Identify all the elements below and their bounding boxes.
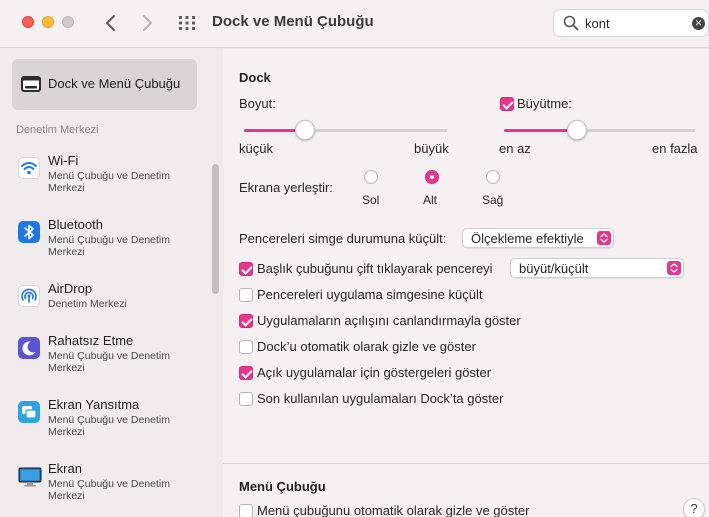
dock-menubar-icon (21, 76, 41, 92)
zoom-window-button[interactable] (62, 16, 74, 28)
sidebar-item-name: Bluetooth (48, 217, 103, 232)
main-pane: Dock Boyut: küçük büyük Büyütme: en az e… (223, 49, 709, 517)
search-field[interactable]: ✕ (553, 9, 709, 37)
clear-search-icon[interactable]: ✕ (692, 17, 705, 30)
moon-icon (18, 337, 40, 359)
sidebar-item-bluetooth[interactable]: Bluetooth Menü Çubuğu ve Denetim Merkezi (16, 211, 206, 267)
wifi-icon (18, 157, 40, 179)
show-all-button[interactable] (178, 15, 196, 31)
menubar-heading: Menü Çubuğu (239, 479, 326, 494)
position-label: Ekrana yerleştir: (239, 180, 333, 195)
sidebar-item-do-not-disturb[interactable]: Rahatsız Etme Menü Çubuğu ve Denetim Mer… (16, 327, 206, 383)
title-bar: Dock ve Menü Çubuğu ✕ (0, 0, 709, 48)
search-icon (563, 15, 579, 31)
sidebar-item-subtitle: Menü Çubuğu ve Denetim Merkezi (48, 234, 170, 258)
sidebar-scrollbar[interactable] (209, 49, 222, 517)
minimize-window-button[interactable] (42, 16, 54, 28)
sidebar-scrollbar-thumb[interactable] (212, 164, 219, 294)
back-button[interactable] (102, 13, 120, 33)
show-indicators-checkbox[interactable] (239, 366, 253, 380)
sidebar-item-name: Wi-Fi (48, 153, 79, 168)
magnification-max-label: en fazla (652, 141, 698, 156)
minimize-effect-value: Ölçekleme efektiyle (471, 231, 584, 246)
sidebar-item-screen-mirroring[interactable]: Ekran Yansıtma Menü Çubuğu ve Denetim Me… (16, 391, 206, 447)
sidebar-item-airdrop[interactable]: AirDrop Denetim Merkezi (16, 275, 206, 331)
sidebar: Dock ve Menü Çubuğu Denetim Merkezi Wi-F… (0, 49, 222, 517)
minimize-effect-label: Pencereleri simge durumuna küçült: (239, 231, 447, 246)
sidebar-item-name: Ekran (48, 461, 82, 476)
size-label: Boyut: (239, 96, 276, 111)
bluetooth-icon (18, 221, 40, 243)
chevron-right-icon (143, 15, 152, 31)
minimize-into-app-label: Pencereleri uygulama simgesine küçült (257, 287, 483, 302)
screen-mirroring-icon (18, 401, 40, 423)
autohide-menubar-checkbox[interactable] (239, 504, 253, 517)
help-button[interactable]: ? (683, 498, 705, 517)
autohide-dock-checkbox[interactable] (239, 340, 253, 354)
updown-chevron-icon (667, 261, 681, 275)
minimize-into-app-checkbox[interactable] (239, 288, 253, 302)
sidebar-item-subtitle: Menü Çubuğu ve Denetim Merkezi (48, 350, 170, 374)
dock-settings-panel: Dock Boyut: küçük büyük Büyütme: en az e… (223, 49, 709, 463)
sidebar-item-display[interactable]: Ekran Menü Çubuğu ve Denetim Merkezi (16, 455, 206, 511)
sidebar-item-subtitle: Menü Çubuğu ve Denetim Merkezi (48, 170, 170, 194)
forward-button[interactable] (138, 13, 156, 33)
chevron-left-icon (106, 15, 115, 31)
size-slider[interactable] (244, 120, 447, 140)
sidebar-item-name: Rahatsız Etme (48, 333, 134, 348)
grid-icon (179, 16, 195, 30)
minimize-effect-popup[interactable]: Ölçekleme efektiyle (462, 228, 614, 248)
show-indicators-label: Açık uygulamalar için göstergeleri göste… (257, 365, 492, 380)
sidebar-item-subtitle: Menü Çubuğu ve Denetim Merkezi (48, 414, 170, 438)
position-left-radio[interactable] (364, 170, 378, 184)
close-window-button[interactable] (22, 16, 34, 28)
position-bottom-radio[interactable] (425, 170, 439, 184)
double-click-checkbox[interactable] (239, 262, 253, 276)
section-divider (223, 463, 709, 464)
size-min-label: küçük (239, 141, 273, 156)
dock-heading: Dock (239, 70, 271, 85)
search-input[interactable] (585, 14, 685, 32)
sidebar-item-subtitle: Denetim Merkezi (48, 298, 127, 310)
size-slider-knob[interactable] (294, 120, 315, 140)
sidebar-section-header: Denetim Merkezi (16, 124, 99, 136)
sidebar-item-subtitle: Menü Çubuğu ve Denetim Merkezi (48, 478, 170, 502)
animate-opening-checkbox[interactable] (239, 314, 253, 328)
display-icon (18, 465, 42, 487)
sidebar-item-wifi[interactable]: Wi-Fi Menü Çubuğu ve Denetim Merkezi (16, 147, 206, 203)
airdrop-icon (18, 285, 40, 307)
animate-opening-label: Uygulamaların açılışını canlandırmayla g… (257, 313, 521, 328)
magnification-slider-knob[interactable] (566, 120, 587, 140)
double-click-value: büyüt/küçült (519, 261, 589, 276)
sidebar-item-label: Dock ve Menü Çubuğu (48, 76, 181, 91)
updown-chevron-icon (597, 231, 611, 245)
sidebar-item-dock-menubar[interactable]: Dock ve Menü Çubuğu (12, 59, 197, 110)
show-recent-apps-checkbox[interactable] (239, 392, 253, 406)
sidebar-item-name: Ekran Yansıtma (48, 397, 140, 412)
magnification-slider[interactable] (504, 120, 695, 140)
magnification-checkbox[interactable] (500, 97, 514, 111)
magnification-label: Büyütme: (517, 96, 572, 111)
magnification-min-label: en az (499, 141, 531, 156)
window-title: Dock ve Menü Çubuğu (212, 13, 374, 30)
position-left-label: Sol (362, 193, 380, 207)
autohide-dock-label: Dock’u otomatik olarak gizle ve göster (257, 339, 476, 354)
autohide-menubar-label: Menü çubuğunu otomatik olarak gizle ve g… (257, 503, 530, 517)
position-bottom-label: Alt (423, 193, 438, 207)
position-right-radio[interactable] (486, 170, 500, 184)
sidebar-item-name: AirDrop (48, 281, 93, 296)
double-click-popup[interactable]: büyüt/küçült (510, 258, 684, 278)
double-click-label: Başlık çubuğunu çift tıklayarak pencerey… (257, 261, 493, 276)
size-max-label: büyük (414, 141, 449, 156)
magnification-slider-fill (504, 129, 577, 132)
show-recent-apps-label: Son kullanılan uygulamaları Dock’ta göst… (257, 391, 504, 406)
position-right-label: Sağ (482, 193, 504, 207)
